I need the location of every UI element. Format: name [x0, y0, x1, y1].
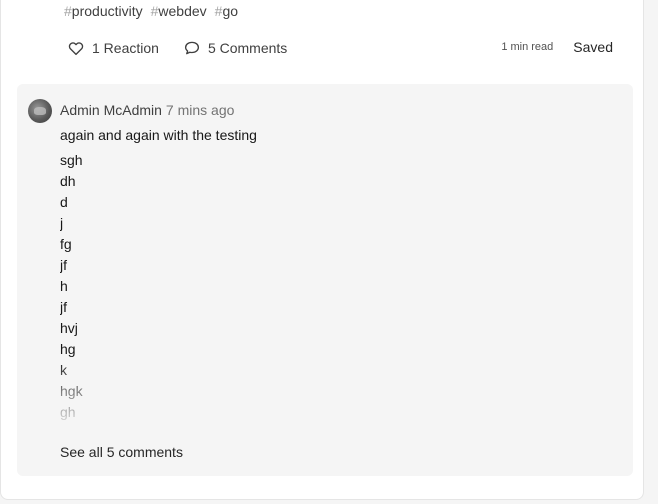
tag-list: #productivity #webdev #go — [64, 3, 238, 19]
see-all-comments-link[interactable]: See all 5 comments — [60, 444, 183, 460]
reaction-count: 1 Reaction — [92, 40, 159, 56]
avatar[interactable] — [28, 99, 52, 123]
saved-button[interactable]: Saved — [573, 39, 613, 55]
tag-label: webdev — [158, 3, 207, 19]
heart-icon — [68, 42, 84, 56]
comments-button[interactable]: 5 Comments — [183, 39, 287, 57]
comment-intro: again and again with the testing — [60, 127, 257, 143]
comment-line: d — [60, 194, 68, 210]
comment-line: jf — [60, 257, 67, 273]
comments-section: Admin McAdmin 7 mins ago again and again … — [17, 84, 633, 476]
post-actions: 1 Reaction 5 Comments — [67, 39, 287, 57]
comment-author[interactable]: Admin McAdmin — [60, 102, 162, 118]
comment-line: k — [60, 362, 67, 378]
comment-line: j — [60, 215, 64, 231]
comment-line: jf — [60, 299, 67, 315]
comment-time[interactable]: 7 mins ago — [166, 102, 234, 118]
tag-link[interactable]: #webdev — [151, 3, 207, 19]
post-card: #productivity #webdev #go 1 Reaction 5 C… — [0, 0, 644, 500]
comment-line: hg — [60, 341, 76, 357]
reaction-button[interactable]: 1 Reaction — [67, 39, 159, 57]
tag-label: go — [222, 3, 239, 19]
comments-count: 5 Comments — [207, 40, 288, 56]
comment-bubble-icon — [184, 41, 199, 55]
read-time: 1 min read — [501, 41, 554, 53]
tag-link[interactable]: #go — [215, 3, 238, 19]
comment-header: Admin McAdmin 7 mins ago — [60, 102, 234, 118]
comment-line: h — [60, 278, 68, 294]
post-meta: 1 min read Saved — [501, 39, 613, 55]
tag-link[interactable]: #productivity — [64, 3, 143, 19]
comment-line: hvj — [60, 320, 78, 336]
tag-label: productivity — [71, 3, 143, 19]
comment-line: sgh — [60, 152, 83, 168]
comment-line: fg — [60, 236, 72, 252]
comment-line: dh — [60, 173, 76, 189]
comment-line: hgk — [60, 383, 83, 399]
comment-line: gh — [60, 404, 76, 420]
comment-body: again and again with the testing sgh dh … — [60, 126, 620, 422]
